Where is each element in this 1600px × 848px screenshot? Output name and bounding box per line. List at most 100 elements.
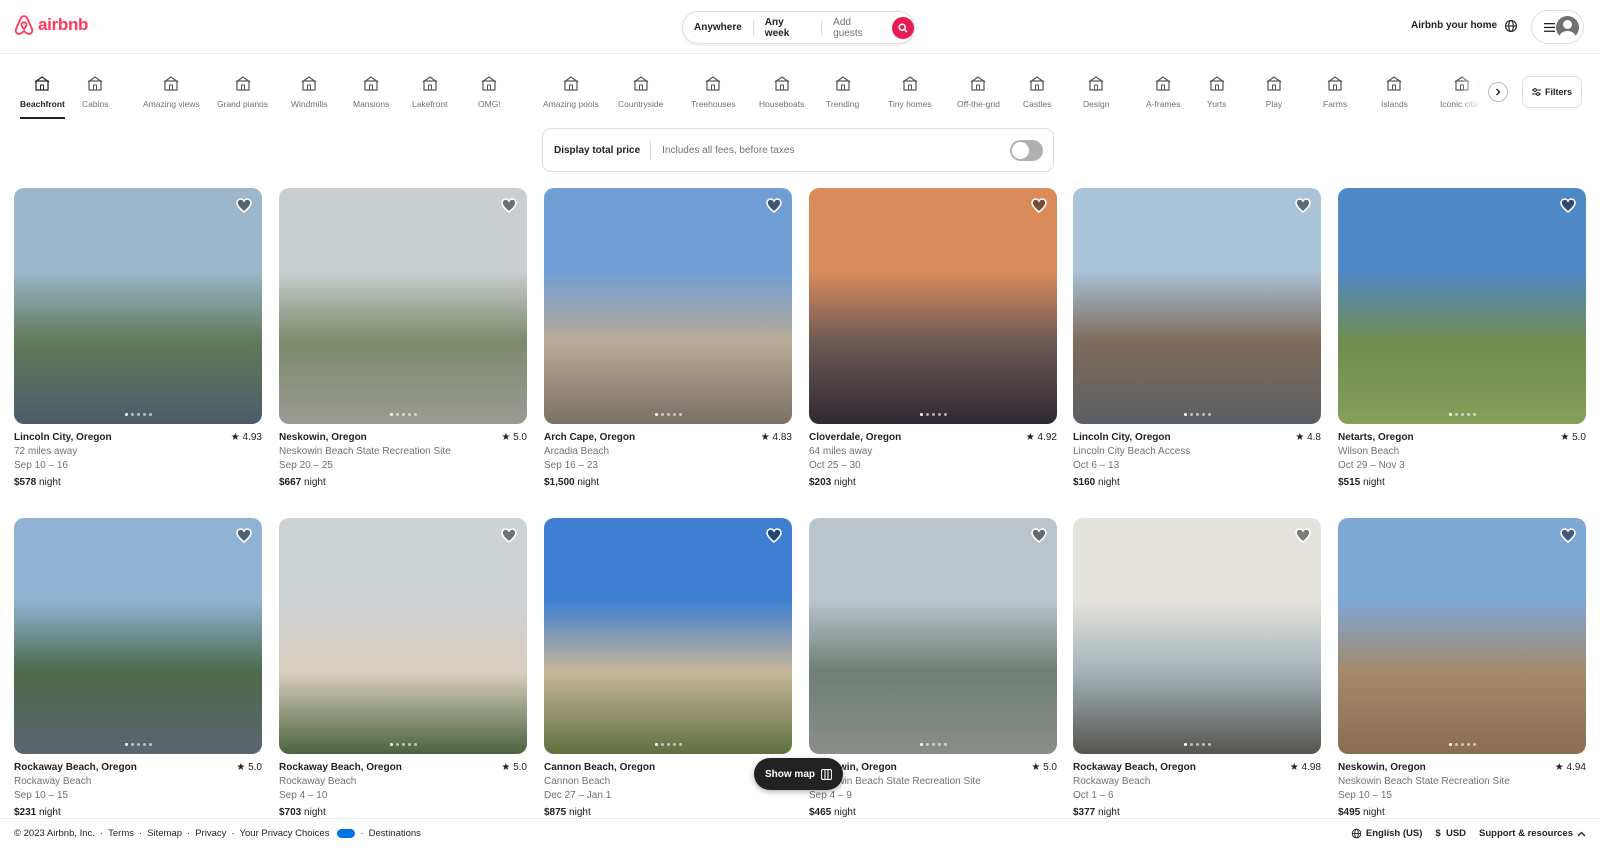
listing-card[interactable]: Lincoln City, Oregon ★ 4.8 Lincoln City Be… [1073, 188, 1321, 490]
listing-photo[interactable] [1073, 518, 1321, 754]
category-play[interactable]: Play [1265, 75, 1283, 109]
category-design[interactable]: Design [1083, 75, 1109, 109]
category-amazing-pools[interactable]: Amazing pools [543, 75, 599, 109]
listing-card[interactable]: Lincoln City, Oregon ★ 4.93 72 miles away S… [14, 188, 262, 490]
category-islands[interactable]: Islands [1381, 75, 1408, 109]
listing-photo[interactable] [1073, 188, 1321, 424]
heart-icon[interactable] [1031, 198, 1047, 218]
heart-icon[interactable] [501, 528, 517, 548]
footer-link-privacy[interactable]: Privacy [195, 828, 226, 839]
category-trending[interactable]: Trending [826, 75, 859, 109]
category-omg[interactable]: OMG! [478, 75, 501, 109]
user-menu-button[interactable] [1531, 10, 1584, 44]
footer-links: © 2023 Airbnb, Inc. · Terms · Sitemap · … [14, 828, 421, 839]
category-next-button[interactable] [1488, 82, 1508, 102]
category-amazing-views[interactable]: Amazing views [143, 75, 200, 109]
search-where[interactable]: Anywhere [683, 19, 754, 36]
listing-photo[interactable] [544, 518, 792, 754]
listing-card[interactable]: Rockaway Beach, Oregon ★ 4.98 Rockaway Bea… [1073, 518, 1321, 820]
listing-photo[interactable] [1338, 188, 1586, 424]
category-grand-pianos[interactable]: Grand pianos [217, 75, 268, 109]
listing-photo[interactable] [1338, 518, 1586, 754]
search-bar[interactable]: Anywhere Any week Add guests [682, 11, 915, 44]
language-selector[interactable]: English (US) [1351, 828, 1422, 839]
listing-info: Rockaway Beach, Oregon ★ 4.98 Rockaway Bea… [1073, 761, 1321, 820]
listing-price: $515 night [1338, 476, 1586, 490]
logo-text: airbnb [38, 15, 89, 34]
heart-icon[interactable] [766, 528, 782, 548]
footer-link-privacy-choices[interactable]: Your Privacy Choices [240, 828, 330, 839]
heart-icon[interactable] [1031, 528, 1047, 548]
support-label: Support & resources [1479, 828, 1573, 839]
category-label: Countryside [618, 99, 664, 109]
search-button[interactable] [892, 16, 914, 39]
star-icon: ★ [501, 432, 514, 443]
listing-rating: ★ 4.83 [761, 431, 792, 445]
category-farms[interactable]: Farms [1323, 75, 1347, 109]
filters-button[interactable]: Filters [1522, 76, 1582, 108]
search-who[interactable]: Add guests [822, 17, 892, 39]
listing-card[interactable]: Cloverdale, Oregon ★ 4.92 64 miles away Oct… [809, 188, 1057, 490]
play-icon [1266, 76, 1282, 91]
category-beachfront[interactable]: Beachfront [20, 75, 65, 119]
category-label: Lakefront [412, 99, 448, 109]
heart-icon[interactable] [766, 198, 782, 218]
category-castles[interactable]: Castles [1023, 75, 1051, 109]
listing-photo[interactable] [14, 188, 262, 424]
category-cabins[interactable]: Cabins [82, 75, 108, 109]
listing-photo[interactable] [14, 518, 262, 754]
category-mansions[interactable]: Mansions [353, 75, 389, 109]
footer-settings: English (US) $ USD Support & resources [1351, 828, 1586, 839]
listing-card[interactable]: Rockaway Beach, Oregon ★ 5.0 Rockaway Beac… [14, 518, 262, 820]
listing-photo[interactable] [279, 188, 527, 424]
total-price-toggle[interactable] [1010, 139, 1043, 161]
listing-card[interactable]: Rockaway Beach, Oregon ★ 5.0 Rockaway Beac… [279, 518, 527, 820]
price-amount: $377 [1073, 807, 1096, 818]
listing-card[interactable]: Neskowin, Oregon ★ 4.94 Neskowin Beach Sta… [1338, 518, 1586, 820]
heart-icon[interactable] [1560, 528, 1576, 548]
price-amount: $515 [1338, 477, 1361, 488]
category-a-frames[interactable]: A-frames [1146, 75, 1180, 109]
footer-link-destinations[interactable]: Destinations [369, 828, 421, 839]
cabin-icon [87, 76, 103, 91]
off-grid-icon [971, 76, 986, 91]
listing-card[interactable]: Neskowin, Oregon ★ 5.0 Neskowin Beach Stat… [279, 188, 527, 490]
price-unit: night [1098, 477, 1120, 488]
host-link[interactable]: Airbnb your home [1411, 20, 1497, 31]
listing-photo[interactable] [809, 188, 1057, 424]
category-lakefront[interactable]: Lakefront [412, 75, 447, 109]
category-windmills[interactable]: Windmills [291, 75, 327, 109]
listing-photo[interactable] [544, 188, 792, 424]
airbnb-logo[interactable]: airbnb [14, 14, 88, 36]
listing-photo[interactable] [809, 518, 1057, 754]
currency-selector[interactable]: $ USD [1435, 828, 1466, 839]
category-tiny-homes[interactable]: Tiny homes [888, 75, 932, 109]
heart-icon[interactable] [1560, 198, 1576, 218]
heart-icon[interactable] [236, 528, 252, 548]
category-off-the-grid[interactable]: Off-the-grid [957, 75, 1000, 109]
heart-icon[interactable] [236, 198, 252, 218]
island-icon [1387, 76, 1402, 91]
globe-icon[interactable] [1504, 19, 1518, 38]
footer-link-sitemap[interactable]: Sitemap [147, 828, 182, 839]
category-yurts[interactable]: Yurts [1207, 75, 1226, 109]
listing-card[interactable]: Arch Cape, Oregon ★ 4.83 Arcadia Beach Sep … [544, 188, 792, 490]
search-when[interactable]: Any week [754, 17, 823, 39]
show-map-button[interactable]: Show map [754, 758, 843, 790]
category-houseboats[interactable]: Houseboats [759, 75, 804, 109]
mansion-icon [363, 76, 379, 91]
category-countryside[interactable]: Countryside [618, 75, 663, 109]
support-resources[interactable]: Support & resources [1479, 828, 1586, 839]
listing-info: Netarts, Oregon ★ 5.0 Wilson Beach Oct 29 –… [1338, 431, 1586, 490]
listing-card[interactable]: Neskowin, Oregon ★ 5.0 Neskowin Beach Stat… [809, 518, 1057, 820]
avatar [1556, 15, 1579, 39]
heart-icon[interactable] [1295, 198, 1311, 218]
listing-card[interactable]: Netarts, Oregon ★ 5.0 Wilson Beach Oct 29 –… [1338, 188, 1586, 490]
star-icon: ★ [1560, 432, 1573, 443]
heart-icon[interactable] [1295, 528, 1311, 548]
show-map-label: Show map [764, 768, 815, 780]
footer-link-terms[interactable]: Terms [108, 828, 134, 839]
listing-photo[interactable] [279, 518, 527, 754]
heart-icon[interactable] [501, 198, 517, 218]
category-treehouses[interactable]: Treehouses [691, 75, 736, 109]
